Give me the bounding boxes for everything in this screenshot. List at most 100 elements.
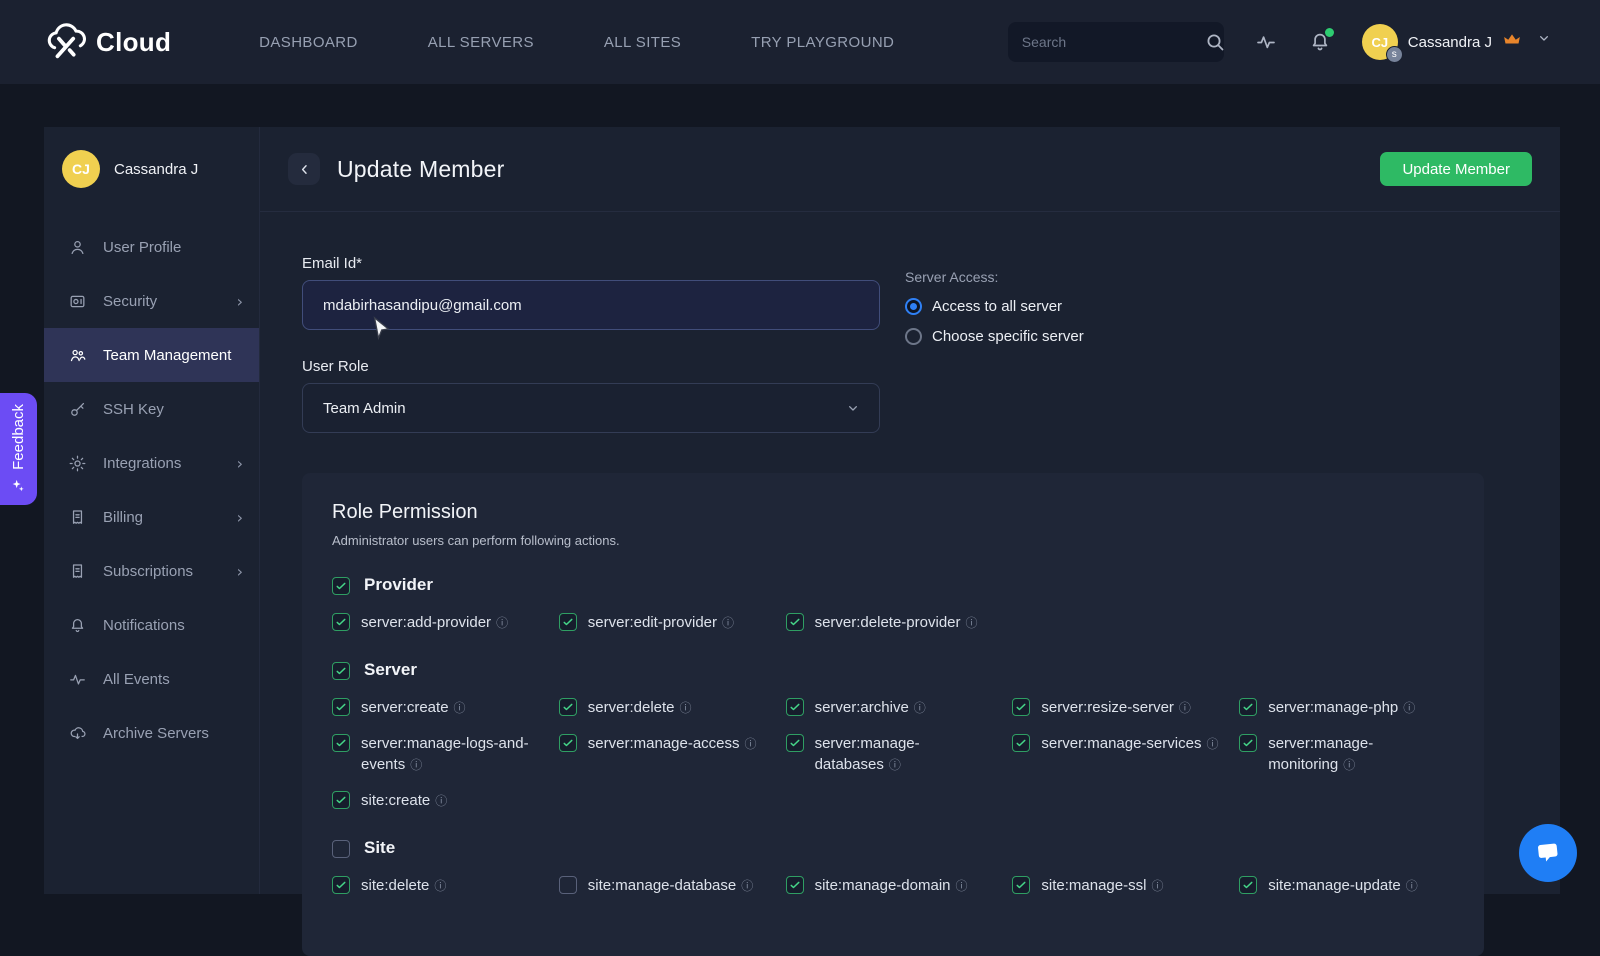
info-icon[interactable]: ⓘ [889, 758, 901, 772]
permission-label: site:create ⓘ [361, 792, 448, 809]
info-icon[interactable]: ⓘ [1343, 758, 1355, 772]
radio-selected-icon[interactable] [905, 298, 922, 315]
permission-item-site-create[interactable]: site:create ⓘ [332, 790, 547, 811]
checkbox-checked[interactable] [1239, 698, 1258, 716]
permission-item-server-manage-monitoring[interactable]: server:manage-monitoring ⓘ [1239, 733, 1454, 775]
server-access-radio-specific[interactable]: Choose specific server [905, 328, 1084, 345]
nav-link-all-servers[interactable]: ALL SERVERS [428, 34, 534, 51]
permission-item-site-manage-database[interactable]: site:manage-database ⓘ [558, 875, 774, 896]
sidebar-item-billing[interactable]: Billing › [44, 490, 259, 544]
permission-item-site-manage-ssl[interactable]: site:manage-ssl ⓘ [1012, 875, 1227, 896]
permission-item-server-edit-provider[interactable]: server:edit-provider ⓘ [558, 612, 774, 633]
permission-item-server-manage-access[interactable]: server:manage-access ⓘ [558, 733, 774, 775]
feedback-tab[interactable]: Feedback [0, 393, 37, 505]
checkbox-unchecked[interactable] [332, 839, 350, 858]
info-icon[interactable]: ⓘ [454, 701, 466, 715]
info-icon[interactable]: ⓘ [496, 616, 508, 630]
info-icon[interactable]: ⓘ [722, 616, 734, 630]
checkbox-checked[interactable] [558, 734, 577, 752]
permission-item-server-manage-logs-and-events[interactable]: server:manage-logs-and-events ⓘ [332, 733, 547, 775]
permission-item-site-manage-update[interactable]: site:manage-update ⓘ [1239, 875, 1454, 896]
sidebar-item-user-profile[interactable]: User Profile [44, 220, 259, 274]
info-icon[interactable]: ⓘ [956, 879, 968, 893]
checkbox-checked[interactable] [785, 876, 804, 894]
info-icon[interactable]: ⓘ [1151, 879, 1163, 893]
checkbox-checked[interactable] [558, 613, 577, 631]
sidebar-item-subscriptions[interactable]: Subscriptions › [44, 544, 259, 598]
checkbox-checked[interactable] [1012, 698, 1031, 716]
permission-item-server-manage-php[interactable]: server:manage-php ⓘ [1239, 697, 1454, 718]
permission-label: server:delete-provider ⓘ [814, 614, 978, 631]
checkbox-checked[interactable] [332, 613, 350, 631]
sidebar-item-archive-servers[interactable]: Archive Servers [44, 706, 259, 760]
sidebar-item-ssh-key[interactable]: SSH Key [44, 382, 259, 436]
chat-widget-button[interactable] [1519, 824, 1577, 882]
info-icon[interactable]: ⓘ [680, 701, 692, 715]
chevron-down-icon[interactable] [1536, 30, 1560, 54]
search-box[interactable] [1007, 22, 1227, 62]
archive-icon [68, 724, 87, 743]
sidebar-item-notifications[interactable]: Notifications [44, 598, 259, 652]
info-icon[interactable]: ⓘ [1403, 701, 1415, 715]
info-icon[interactable]: ⓘ [745, 737, 757, 751]
sidebar-item-all-events[interactable]: All Events [44, 652, 259, 706]
back-button[interactable] [288, 153, 320, 185]
permission-item-server-delete-provider[interactable]: server:delete-provider ⓘ [785, 612, 1001, 633]
info-icon[interactable]: ⓘ [1406, 879, 1418, 893]
permission-group-header[interactable]: Provider [332, 575, 1454, 595]
server-access-radio-all[interactable]: Access to all server [905, 298, 1084, 315]
checkbox-checked[interactable] [785, 734, 804, 752]
info-icon[interactable]: ⓘ [410, 758, 422, 772]
info-icon[interactable]: ⓘ [1179, 701, 1191, 715]
nav-link-all-sites[interactable]: ALL SITES [604, 34, 681, 51]
permission-item-server-add-provider[interactable]: server:add-provider ⓘ [332, 612, 547, 633]
checkbox-checked[interactable] [1239, 734, 1258, 752]
checkbox-checked[interactable] [332, 661, 350, 680]
checkbox-checked[interactable] [1012, 734, 1031, 752]
checkbox-checked[interactable] [558, 698, 577, 716]
info-icon[interactable]: ⓘ [741, 879, 753, 893]
permission-item-site-manage-domain[interactable]: site:manage-domain ⓘ [785, 875, 1001, 896]
permission-item-server-delete[interactable]: server:delete ⓘ [558, 697, 774, 718]
permission-item-server-resize-server[interactable]: server:resize-server ⓘ [1012, 697, 1227, 718]
checkbox-checked[interactable] [332, 576, 350, 595]
nav-link-dashboard[interactable]: DASHBOARD [259, 34, 358, 51]
search-input[interactable] [1021, 34, 1203, 50]
info-icon[interactable]: ⓘ [1206, 737, 1218, 751]
user-menu[interactable]: CJ s Cassandra J [1361, 24, 1560, 63]
activity-icon[interactable] [1254, 30, 1278, 54]
nav-link-try-playground[interactable]: TRY PLAYGROUND [751, 34, 894, 51]
checkbox-checked[interactable] [1239, 876, 1258, 894]
notifications-bell-icon[interactable] [1308, 28, 1334, 54]
checkbox-checked[interactable] [785, 698, 804, 716]
sidebar-item-security[interactable]: Security › [44, 274, 259, 328]
permission-item-server-manage-databases[interactable]: server:manage-databases ⓘ [785, 733, 1001, 775]
checkbox-checked[interactable] [332, 734, 350, 752]
info-icon[interactable]: ⓘ [435, 794, 447, 808]
checkbox-checked[interactable] [332, 876, 350, 894]
sidebar-item-label: Subscriptions [103, 562, 194, 580]
sidebar-item-integrations[interactable]: Integrations › [44, 436, 259, 490]
checkbox-checked[interactable] [785, 613, 804, 631]
sidebar-item-team-management[interactable]: Team Management [44, 328, 259, 382]
info-icon[interactable]: ⓘ [434, 879, 446, 893]
email-field[interactable] [302, 280, 880, 330]
checkbox-checked[interactable] [332, 698, 350, 716]
permission-item-server-create[interactable]: server:create ⓘ [332, 697, 547, 718]
checkbox-checked[interactable] [1012, 876, 1031, 894]
info-icon[interactable]: ⓘ [914, 701, 926, 715]
info-icon[interactable]: ⓘ [966, 616, 978, 630]
brand-logo[interactable]: Cloud [44, 22, 171, 62]
checkbox-unchecked[interactable] [558, 876, 577, 894]
user-role-select[interactable]: Team Admin [302, 383, 880, 433]
permission-item-site-delete[interactable]: site:delete ⓘ [332, 875, 547, 896]
permission-item-server-manage-services[interactable]: server:manage-services ⓘ [1012, 733, 1227, 775]
search-icon[interactable] [1203, 30, 1227, 54]
permission-item-server-archive[interactable]: server:archive ⓘ [785, 697, 1001, 718]
update-member-button[interactable]: Update Member [1380, 152, 1532, 186]
radio-unselected-icon[interactable] [905, 328, 922, 345]
permission-group-header[interactable]: Server [332, 660, 1454, 680]
checkbox-checked[interactable] [332, 791, 350, 809]
group-label: Server [364, 660, 417, 679]
permission-group-header[interactable]: Site [332, 838, 1454, 858]
